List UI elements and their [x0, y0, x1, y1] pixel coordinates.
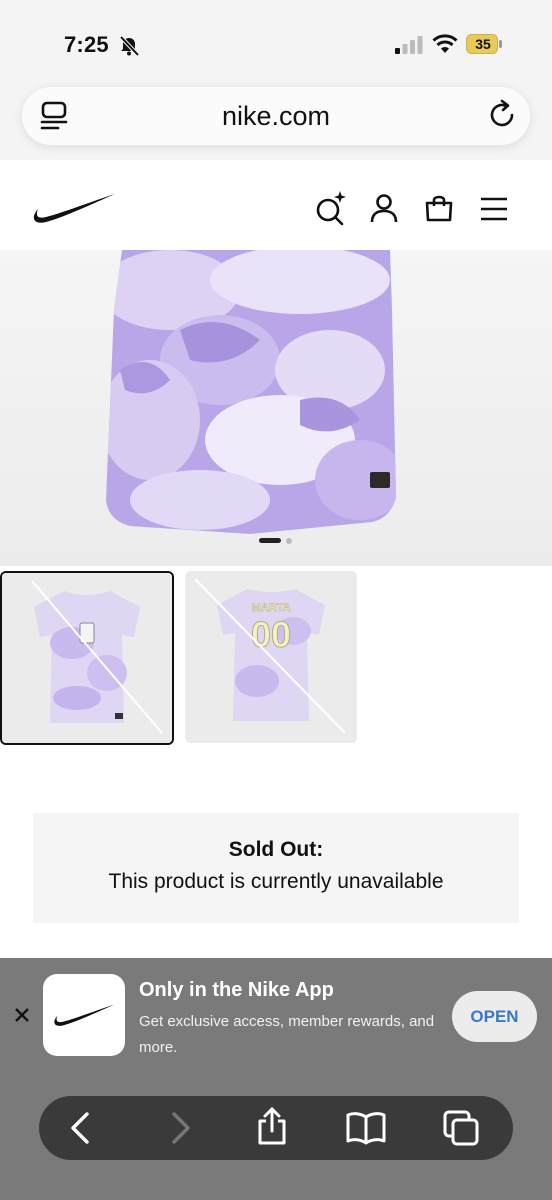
account-icon[interactable] — [369, 193, 399, 223]
bookmarks-icon[interactable] — [346, 1108, 386, 1148]
close-icon[interactable] — [12, 1005, 32, 1025]
jersey-image — [106, 250, 396, 534]
nike-swoosh-icon[interactable] — [32, 192, 116, 224]
signal-icon — [395, 36, 423, 54]
tabs-icon[interactable] — [441, 1108, 481, 1148]
thumbnail-back[interactable]: MARTA 00 — [185, 571, 357, 743]
jersey-back-thumbnail: MARTA 00 — [185, 571, 357, 743]
jersey-front-thumbnail — [2, 573, 172, 743]
nike-app-icon[interactable] — [43, 974, 125, 1056]
url-text[interactable]: nike.com — [100, 100, 452, 132]
search-ai-icon[interactable] — [314, 190, 348, 226]
jersey-number-text: 00 — [251, 614, 291, 655]
wifi-icon — [432, 34, 458, 53]
carousel-dot[interactable] — [286, 538, 292, 544]
mute-bell-icon — [119, 35, 140, 57]
open-app-button[interactable]: OPEN — [452, 991, 537, 1042]
banner-title: Only in the Nike App — [139, 979, 334, 1001]
bag-icon[interactable] — [424, 193, 454, 223]
reload-icon[interactable] — [486, 99, 518, 131]
menu-icon[interactable] — [480, 196, 508, 222]
battery-level: 35 — [475, 36, 491, 52]
share-icon[interactable] — [252, 1106, 292, 1146]
sold-out-message: This product is currently unavailable — [108, 870, 444, 893]
reader-icon[interactable] — [38, 100, 70, 132]
product-hero-image[interactable] — [0, 250, 552, 566]
nike-swoosh-icon — [54, 1004, 115, 1026]
forward-icon[interactable] — [160, 1108, 200, 1148]
banner-description: Get exclusive access, member rewards, an… — [139, 1013, 435, 1056]
thumbnail-front[interactable] — [0, 571, 174, 745]
status-time: 7:25 — [64, 32, 109, 57]
carousel-dot-active[interactable] — [259, 538, 281, 543]
sold-out-title: Sold Out: — [228, 838, 324, 861]
jersey-name-text: MARTA — [252, 602, 291, 614]
sold-out-notice — [33, 813, 519, 923]
back-icon[interactable] — [61, 1108, 101, 1148]
